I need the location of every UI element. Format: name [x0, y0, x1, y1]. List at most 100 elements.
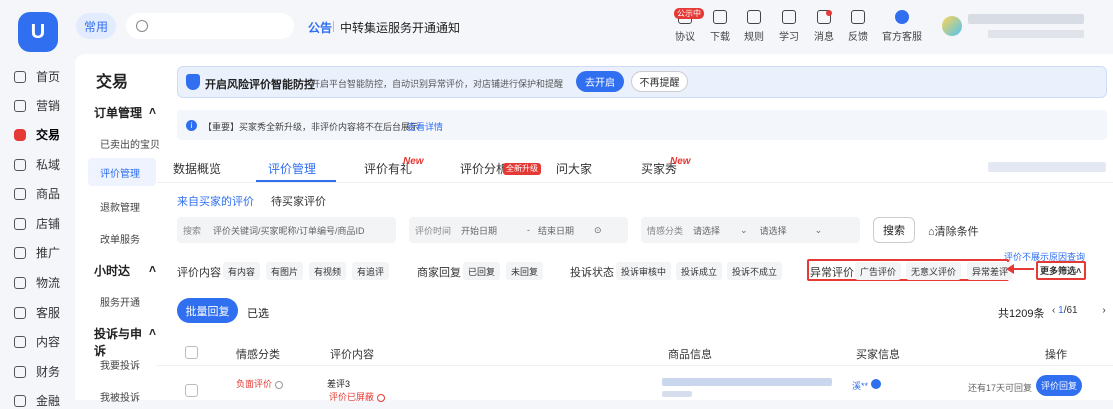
tab-divider — [157, 182, 1113, 183]
subnav-item-service-open[interactable]: 服务开通 — [100, 294, 140, 309]
subnav-item-refund[interactable]: 退款管理 — [100, 199, 140, 214]
announcement-link[interactable]: 中转集运服务开通通知 — [340, 19, 460, 36]
feedback-button[interactable]: 反馈 — [838, 10, 878, 43]
sidebar-item-marketing[interactable]: 营销 — [14, 97, 60, 114]
chip-complaint-review[interactable]: 投诉审核中 — [616, 262, 672, 280]
complaint-filter-label: 投诉状态 — [570, 267, 614, 279]
avatar[interactable] — [942, 16, 962, 36]
sidebar-item-store[interactable]: 店铺 — [14, 215, 60, 232]
page-title: 交易 — [96, 74, 129, 91]
product-info-redacted[interactable] — [662, 378, 832, 386]
customer-service-button[interactable]: 官方客服 — [882, 10, 922, 43]
subtab-from-buyer[interactable]: 来自买家的评价 — [177, 193, 254, 209]
rules-button[interactable]: 规则 — [734, 10, 774, 43]
batch-reply-button[interactable]: 批量回复 — [177, 298, 238, 323]
announcement-tag: 公告 — [308, 21, 333, 35]
buyer-level-icon — [871, 379, 881, 389]
chip-complaint-upheld[interactable]: 投诉成立 — [676, 262, 723, 280]
sentiment-select[interactable]: 情感分类 请选择 ⌄ 请选择 ⌄ — [641, 217, 860, 243]
chip-ad-review[interactable]: 广告评价 — [855, 262, 902, 280]
chevron-up-icon: ˄ — [148, 325, 156, 339]
chip-unreplied[interactable]: 未回复 — [506, 262, 544, 280]
subnav-item-complained[interactable]: 我被投诉 — [100, 389, 140, 404]
chip-meaningless-review[interactable]: 无意义评价 — [906, 262, 962, 280]
chip-has-followup[interactable]: 有追评 — [352, 262, 390, 280]
clear-conditions-button[interactable]: ⌂清除条件 — [928, 223, 979, 239]
sidebar: 首页 营销 交易 私域 商品 店铺 推广 物流 客服 内容 财务 金融 — [0, 60, 75, 408]
chevron-down-icon: ⌄ — [740, 224, 748, 235]
logistics-icon — [14, 276, 26, 289]
sidebar-item-content[interactable]: 内容 — [14, 333, 60, 350]
product-icon — [14, 187, 26, 200]
global-search-input[interactable] — [126, 13, 294, 39]
upgrade-badge: 全新升级 — [503, 163, 541, 175]
sidebar-item-financial[interactable]: 金融 — [14, 392, 60, 409]
chip-has-content[interactable]: 有内容 — [223, 262, 261, 280]
no-remind-button[interactable]: 不再提醒 — [631, 71, 688, 92]
subnav-item-sold[interactable]: 已卖出的宝贝 — [100, 136, 160, 151]
shield-icon — [186, 74, 200, 90]
subnav-group-order[interactable]: 订单管理 ˄ — [94, 104, 156, 121]
calendar-icon: ⊙ — [594, 224, 602, 235]
tab-ask-everyone[interactable]: 问大家 — [556, 160, 592, 177]
tab-data-overview[interactable]: 数据概览 — [173, 160, 221, 177]
help-icon[interactable] — [275, 380, 284, 389]
search-button[interactable]: 搜索 — [873, 217, 915, 243]
sidebar-item-finance[interactable]: 财务 — [14, 363, 60, 380]
redacted-info — [988, 162, 1106, 172]
sidebar-item-product[interactable]: 商品 — [14, 185, 60, 202]
subnav-item-complain[interactable]: 我要投诉 — [100, 357, 140, 372]
row-checkbox[interactable] — [185, 384, 198, 397]
prev-page-icon[interactable]: ‹ — [1052, 305, 1055, 316]
feedback-icon — [851, 10, 865, 24]
tab-review-management[interactable]: 评价管理 — [268, 160, 316, 177]
service-icon — [14, 306, 26, 319]
col-sentiment: 情感分类 — [236, 349, 280, 361]
notice-detail-link[interactable]: 查看详情 — [407, 120, 443, 133]
select-all-checkbox[interactable] — [185, 346, 198, 359]
chevron-down-icon: ⌄ — [814, 224, 823, 235]
end-date-input[interactable]: 结束日期 — [538, 224, 574, 237]
chevron-up-icon: ˄ — [1076, 266, 1082, 276]
chip-has-video[interactable]: 有视频 — [309, 262, 347, 280]
sidebar-item-private-domain[interactable]: 私域 — [14, 156, 60, 173]
user-info-redacted — [988, 30, 1084, 38]
pagination: ‹ 1/61 › — [1052, 305, 1106, 316]
subnav-item-modify-order[interactable]: 改单服务 — [100, 231, 140, 246]
customer-service-icon — [895, 10, 909, 24]
start-date-input[interactable]: 开始日期 — [461, 224, 497, 237]
subnav-group-hour[interactable]: 小时达 ˄ — [94, 262, 156, 279]
user-name-redacted[interactable] — [968, 14, 1084, 24]
chip-has-image[interactable]: 有图片 — [266, 262, 304, 280]
home-icon — [14, 70, 26, 83]
sidebar-item-trade[interactable]: 交易 — [14, 126, 60, 143]
sidebar-item-service[interactable]: 客服 — [14, 304, 60, 321]
selected-label: 已选 — [247, 308, 269, 320]
sidebar-item-home[interactable]: 首页 — [14, 68, 60, 85]
keyword-search-input[interactable]: 搜索 评价关键词/买家昵称/订单编号/商品ID — [177, 217, 396, 243]
chevron-up-icon: ˄ — [148, 262, 156, 276]
learn-button[interactable]: 学习 — [769, 10, 809, 43]
subtab-pending-buyer[interactable]: 待买家评价 — [271, 193, 326, 209]
promotion-icon — [14, 246, 26, 259]
review-time-range[interactable]: 评价时间 开始日期 - 结束日期 ⊙ — [409, 217, 628, 243]
buyer-name[interactable]: 溪** — [852, 379, 868, 392]
chip-complaint-rejected[interactable]: 投诉不成立 — [727, 262, 783, 280]
review-reply-button[interactable]: 评价回复 — [1036, 375, 1082, 396]
app-logo[interactable]: U — [18, 12, 58, 52]
help-icon[interactable] — [377, 393, 386, 402]
reply-deadline: 还有17天可回复 — [968, 383, 1033, 393]
subnav-group-complaint[interactable]: 投诉与申诉 ˄ — [94, 325, 156, 359]
next-page-icon[interactable]: › — [1102, 305, 1105, 316]
common-button[interactable]: 常用 — [76, 13, 116, 39]
chip-replied[interactable]: 已回复 — [463, 262, 501, 280]
financial-icon — [14, 394, 26, 407]
banner-desc: 开启平台智能防控，自动识别异常评价，对店铺进行保护和提醒 — [311, 79, 564, 89]
sidebar-item-promotion[interactable]: 推广 — [14, 244, 60, 261]
open-button[interactable]: 去开启 — [576, 71, 624, 92]
subnav-item-review[interactable]: 评价管理 — [88, 158, 156, 186]
top-bar: U 常用 公告 中转集运服务开通通知 协议 公示中 下载 规则 学习 消息 反馈… — [0, 0, 1113, 54]
more-filter-button[interactable]: 更多筛选˄ — [1040, 264, 1081, 277]
sidebar-item-logistics[interactable]: 物流 — [14, 274, 60, 291]
tab-review-analysis[interactable]: 评价分析 — [460, 160, 508, 177]
